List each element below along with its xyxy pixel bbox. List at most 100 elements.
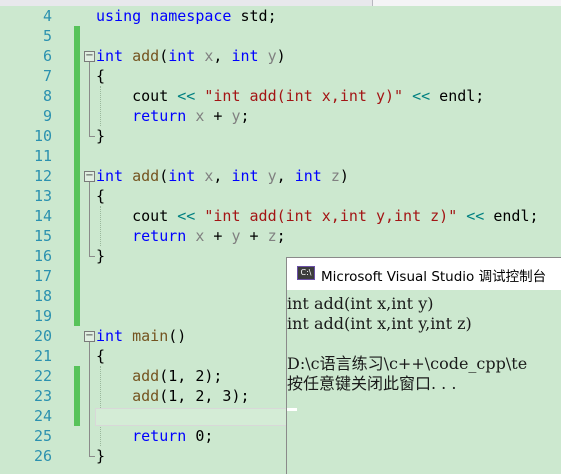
code-token: y [267, 167, 277, 185]
code-token: int [96, 47, 124, 65]
line-number: 23 [33, 387, 52, 405]
code-line[interactable]: 8 cout << "int add(int x,int y)" << endl… [0, 86, 561, 106]
code-text: return 0; [96, 426, 213, 446]
code-token: return [132, 227, 187, 245]
line-number: 6 [42, 47, 52, 65]
change-indicator [74, 26, 80, 46]
change-indicator [74, 106, 80, 126]
change-indicator [74, 386, 80, 406]
code-token: { [96, 187, 106, 205]
code-token: } [96, 247, 106, 265]
change-indicator [74, 286, 80, 306]
line-number: 4 [42, 7, 52, 25]
code-line[interactable]: 12 − int add(int x, int y, int z) [0, 166, 561, 186]
line-number: 20 [33, 327, 52, 345]
change-indicator [74, 266, 80, 286]
code-token: add [132, 47, 160, 65]
code-token: << [412, 87, 431, 105]
code-token: int [231, 167, 259, 185]
code-token: int [96, 167, 124, 185]
code-token: { [96, 347, 106, 365]
change-indicator [74, 206, 80, 226]
code-token: int [231, 47, 259, 65]
change-indicator [74, 306, 80, 326]
line-number: 5 [42, 27, 52, 45]
code-line[interactable]: 14 cout << "int add(int x,int y,int z)" … [0, 206, 561, 226]
code-token: } [96, 447, 106, 465]
line-number: 10 [33, 127, 52, 145]
console-titlebar[interactable]: C:\ Microsoft Visual Studio 调试控制台 [287, 258, 561, 290]
code-token: using [96, 7, 142, 25]
line-number: 7 [42, 67, 52, 85]
console-output-line: D:\c语言练习\c++\code_cpp\te [287, 354, 528, 373]
code-token: , [213, 167, 232, 185]
code-token: cout [96, 87, 178, 105]
code-token: << [177, 87, 196, 105]
console-cursor [287, 408, 297, 411]
collapse-icon[interactable]: − [84, 331, 95, 342]
code-token: return [132, 427, 187, 445]
line-number: 13 [33, 187, 52, 205]
line-number: 24 [33, 407, 52, 425]
code-token: main [132, 327, 169, 345]
code-token: int [168, 47, 196, 65]
change-indicator [74, 166, 80, 186]
code-token: , [213, 47, 232, 65]
code-text: { [96, 186, 105, 206]
change-indicator [74, 126, 80, 146]
line-number: 17 [33, 267, 52, 285]
code-token: endl; [430, 87, 485, 105]
code-line[interactable]: 11 [0, 146, 561, 166]
code-line[interactable]: 13 { [0, 186, 561, 206]
collapse-icon[interactable]: − [84, 51, 95, 62]
code-token: + [204, 107, 232, 125]
code-token: y [231, 107, 241, 125]
code-text: add(1, 2, 3); [96, 386, 249, 406]
fold-guide [89, 342, 90, 456]
code-token: add [132, 387, 160, 405]
code-line[interactable]: 15 return x + y + z; [0, 226, 561, 246]
code-line[interactable]: 4 using namespace std; [0, 6, 561, 26]
code-token: , [276, 167, 295, 185]
collapse-icon[interactable]: − [84, 171, 95, 182]
code-token: << [177, 207, 196, 225]
code-token: endl; [484, 207, 539, 225]
line-number: 18 [33, 287, 52, 305]
current-line-highlight [95, 408, 295, 426]
fold-guide-end [89, 136, 95, 137]
code-token: ; [276, 227, 286, 245]
line-number: 16 [33, 247, 52, 265]
indent-guide [100, 86, 101, 126]
code-text: using namespace std; [96, 6, 277, 26]
change-indicator [74, 246, 80, 266]
line-number: 14 [33, 207, 52, 225]
change-indicator [74, 146, 80, 166]
code-line[interactable]: 9 return x + y; [0, 106, 561, 126]
indent-guide [100, 206, 101, 246]
console-output-line: int add(int x,int y,int z) [287, 314, 472, 333]
code-token: () [168, 327, 187, 345]
fold-guide-end [89, 456, 95, 457]
line-number: 11 [33, 147, 52, 165]
code-token: + [204, 227, 232, 245]
code-token: ( [159, 47, 169, 65]
code-line[interactable]: 7{ [0, 66, 561, 86]
code-token: (1, 2); [159, 367, 223, 385]
line-number: 25 [33, 427, 52, 445]
code-line[interactable]: 10} [0, 126, 561, 146]
code-line[interactable]: 5 [0, 26, 561, 46]
change-indicator [74, 66, 80, 86]
change-indicator [74, 366, 80, 386]
change-indicator [74, 46, 80, 66]
code-token: int [168, 167, 196, 185]
debug-console-window[interactable]: C:\ Microsoft Visual Studio 调试控制台 int ad… [286, 257, 561, 474]
code-line[interactable]: 6 − int add(int x, int y) [0, 46, 561, 66]
change-indicator [74, 186, 80, 206]
